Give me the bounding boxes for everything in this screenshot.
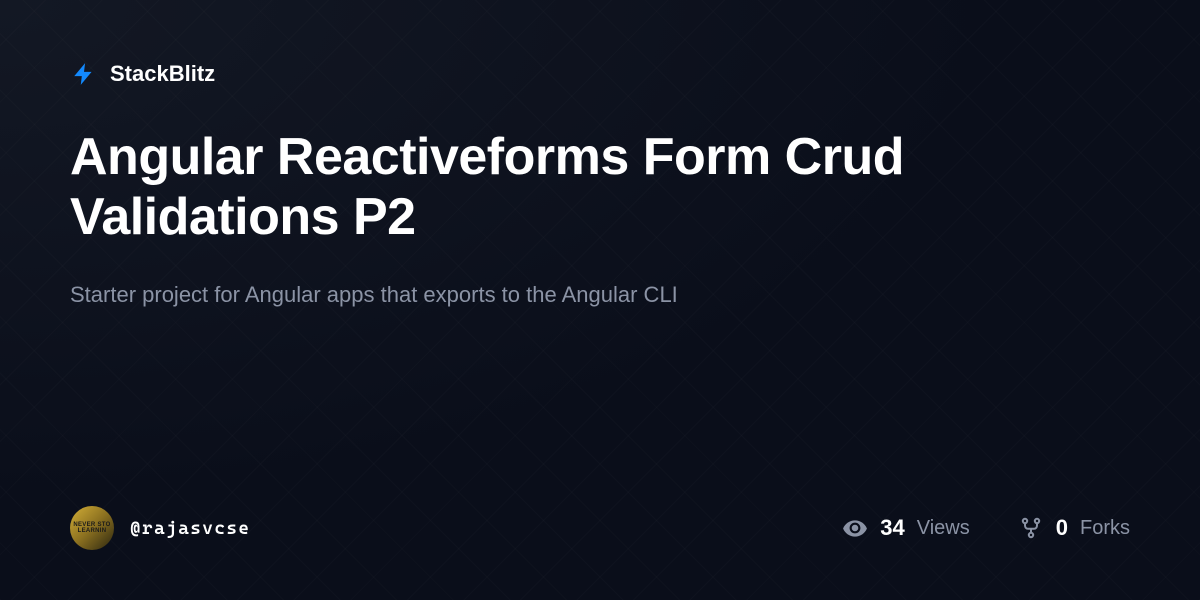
project-title: Angular Reactiveforms Form Crud Validati… [70,128,990,248]
views-stat: 34 Views [842,515,969,541]
avatar-text-line2: LEARNIN [78,528,107,534]
avatar[interactable]: NEVER STO LEARNIN [70,506,114,550]
views-label: Views [917,517,970,540]
footer: NEVER STO LEARNIN @rajasvcse 34 Views [70,506,1130,550]
fork-icon [1018,515,1044,541]
brand-name: StackBlitz [110,61,215,87]
project-description: Starter project for Angular apps that ex… [70,278,830,311]
forks-stat: 0 Forks [1018,515,1130,541]
stats-section: 34 Views 0 Forks [842,515,1130,541]
forks-value: 0 [1056,515,1068,541]
lightning-bolt-icon [70,60,98,88]
author-section[interactable]: NEVER STO LEARNIN @rajasvcse [70,506,250,550]
author-username[interactable]: @rajasvcse [130,518,250,539]
forks-label: Forks [1080,517,1130,540]
header: StackBlitz [70,60,1130,88]
views-value: 34 [880,515,904,541]
eye-icon [842,515,868,541]
